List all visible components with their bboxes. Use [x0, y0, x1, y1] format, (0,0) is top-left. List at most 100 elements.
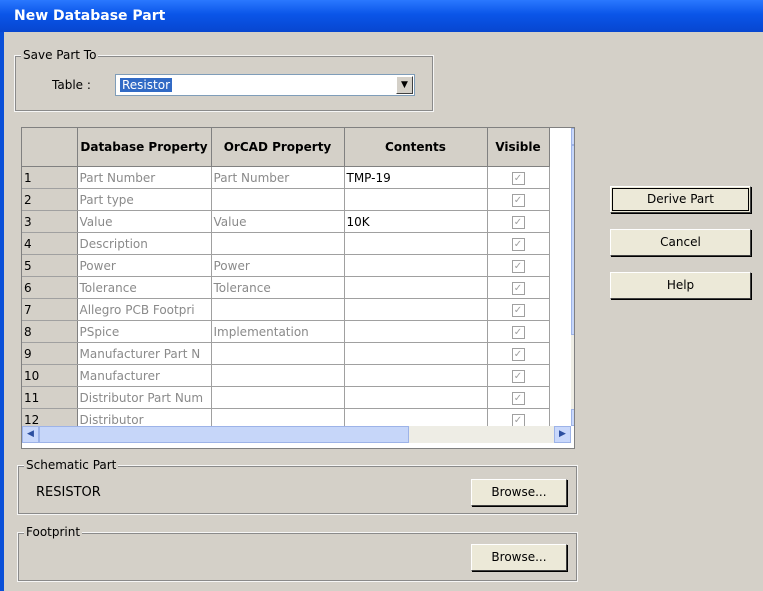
- database-property-cell[interactable]: Value: [77, 210, 212, 233]
- visible-cell[interactable]: ✓: [487, 386, 550, 409]
- database-property-cell[interactable]: Description: [77, 232, 212, 255]
- row-number-cell[interactable]: 11: [22, 386, 78, 409]
- visible-checkbox[interactable]: ✓: [511, 260, 525, 273]
- table-row[interactable]: 5 Power Power ✓: [22, 254, 550, 277]
- column-header-contents[interactable]: Contents: [344, 128, 488, 167]
- contents-cell[interactable]: [344, 254, 488, 277]
- row-number-cell[interactable]: 6: [22, 276, 78, 299]
- visible-checkbox[interactable]: ✓: [511, 304, 525, 317]
- contents-cell[interactable]: [344, 386, 488, 409]
- table-row[interactable]: 1 Part Number Part Number TMP-19 ✓: [22, 166, 550, 189]
- database-property-cell[interactable]: Allegro PCB Footpri: [77, 298, 212, 321]
- visible-checkbox[interactable]: ✓: [511, 392, 525, 405]
- row-number-cell[interactable]: 5: [22, 254, 78, 277]
- visible-cell[interactable]: ✓: [487, 188, 550, 211]
- checkmark-icon: ✓: [513, 371, 523, 382]
- row-number-cell[interactable]: 1: [22, 166, 78, 189]
- derive-part-button[interactable]: Derive Part: [610, 186, 751, 213]
- column-header-visible[interactable]: Visible: [487, 128, 550, 167]
- table-row[interactable]: 8 PSpice Implementation ✓: [22, 320, 550, 343]
- contents-cell[interactable]: [344, 188, 488, 211]
- table-header-row: Database Property OrCAD Property Content…: [22, 128, 550, 167]
- visible-cell[interactable]: ✓: [487, 320, 550, 343]
- arrow-left-icon[interactable]: ◀: [22, 426, 39, 443]
- table-row[interactable]: 2 Part type ✓: [22, 188, 550, 211]
- row-number-cell[interactable]: 10: [22, 364, 78, 387]
- properties-grid[interactable]: Database Property OrCAD Property Content…: [21, 127, 575, 449]
- visible-cell[interactable]: ✓: [487, 298, 550, 321]
- orcad-property-cell[interactable]: [211, 188, 345, 211]
- vertical-scrollbar[interactable]: ▲ ▼: [571, 128, 574, 426]
- row-number-cell[interactable]: 2: [22, 188, 78, 211]
- visible-cell[interactable]: ✓: [487, 254, 550, 277]
- orcad-property-cell[interactable]: Tolerance: [211, 276, 345, 299]
- database-property-cell[interactable]: Part type: [77, 188, 212, 211]
- row-number-cell[interactable]: 4: [22, 232, 78, 255]
- table-row[interactable]: 3 Value Value 10K ✓: [22, 210, 550, 233]
- orcad-property-cell[interactable]: [211, 298, 345, 321]
- orcad-property-cell[interactable]: [211, 364, 345, 387]
- table-row[interactable]: 6 Tolerance Tolerance ✓: [22, 276, 550, 299]
- visible-checkbox[interactable]: ✓: [511, 194, 525, 207]
- visible-checkbox[interactable]: ✓: [511, 348, 525, 361]
- contents-cell[interactable]: [344, 320, 488, 343]
- contents-cell[interactable]: [344, 342, 488, 365]
- visible-cell[interactable]: ✓: [487, 342, 550, 365]
- contents-cell[interactable]: [344, 232, 488, 255]
- orcad-property-cell[interactable]: Value: [211, 210, 345, 233]
- visible-checkbox[interactable]: ✓: [511, 216, 525, 229]
- database-property-cell[interactable]: Manufacturer Part N: [77, 342, 212, 365]
- column-header-database-property[interactable]: Database Property: [77, 128, 212, 167]
- orcad-property-cell[interactable]: [211, 386, 345, 409]
- checkmark-icon: ✓: [513, 217, 523, 228]
- visible-cell[interactable]: ✓: [487, 364, 550, 387]
- visible-checkbox[interactable]: ✓: [511, 172, 525, 185]
- row-number-cell[interactable]: 7: [22, 298, 78, 321]
- schematic-browse-button[interactable]: Browse...: [471, 479, 567, 506]
- arrow-up-icon[interactable]: ▲: [571, 128, 574, 145]
- horizontal-scrollbar[interactable]: ◀ ▶: [22, 426, 571, 443]
- orcad-property-cell[interactable]: [211, 342, 345, 365]
- visible-cell[interactable]: ✓: [487, 232, 550, 255]
- database-property-cell[interactable]: Power: [77, 254, 212, 277]
- contents-cell[interactable]: TMP-19: [344, 166, 488, 189]
- visible-cell[interactable]: ✓: [487, 166, 550, 189]
- table-row[interactable]: 11 Distributor Part Num ✓: [22, 386, 550, 409]
- table-row[interactable]: 9 Manufacturer Part N ✓: [22, 342, 550, 365]
- orcad-property-cell[interactable]: Power: [211, 254, 345, 277]
- vertical-scroll-thumb[interactable]: [571, 145, 574, 335]
- database-property-cell[interactable]: Part Number: [77, 166, 212, 189]
- contents-cell[interactable]: 10K: [344, 210, 488, 233]
- table-row[interactable]: 4 Description ✓: [22, 232, 550, 255]
- arrow-down-icon[interactable]: ▼: [571, 409, 574, 426]
- chevron-down-icon[interactable]: ▼: [396, 76, 413, 94]
- table-row[interactable]: 10 Manufacturer ✓: [22, 364, 550, 387]
- row-number-cell[interactable]: 3: [22, 210, 78, 233]
- database-property-cell[interactable]: PSpice: [77, 320, 212, 343]
- horizontal-scroll-thumb[interactable]: [39, 426, 409, 443]
- cancel-button[interactable]: Cancel: [610, 229, 751, 256]
- visible-checkbox[interactable]: ✓: [511, 238, 525, 251]
- orcad-property-cell[interactable]: [211, 232, 345, 255]
- database-property-cell[interactable]: Distributor Part Num: [77, 386, 212, 409]
- database-property-cell[interactable]: Manufacturer: [77, 364, 212, 387]
- table-select[interactable]: Resistor ▼: [115, 74, 415, 96]
- visible-cell[interactable]: ✓: [487, 276, 550, 299]
- visible-checkbox[interactable]: ✓: [511, 282, 525, 295]
- footprint-browse-button[interactable]: Browse...: [471, 544, 567, 571]
- row-number-cell[interactable]: 8: [22, 320, 78, 343]
- table-row[interactable]: 7 Allegro PCB Footpri ✓: [22, 298, 550, 321]
- contents-cell[interactable]: [344, 276, 488, 299]
- column-header-orcad-property[interactable]: OrCAD Property: [211, 128, 345, 167]
- row-number-cell[interactable]: 9: [22, 342, 78, 365]
- visible-cell[interactable]: ✓: [487, 210, 550, 233]
- arrow-right-icon[interactable]: ▶: [554, 426, 571, 443]
- visible-checkbox[interactable]: ✓: [511, 326, 525, 339]
- contents-cell[interactable]: [344, 298, 488, 321]
- visible-checkbox[interactable]: ✓: [511, 370, 525, 383]
- database-property-cell[interactable]: Tolerance: [77, 276, 212, 299]
- help-button[interactable]: Help: [610, 272, 751, 299]
- orcad-property-cell[interactable]: Part Number: [211, 166, 345, 189]
- orcad-property-cell[interactable]: Implementation: [211, 320, 345, 343]
- contents-cell[interactable]: [344, 364, 488, 387]
